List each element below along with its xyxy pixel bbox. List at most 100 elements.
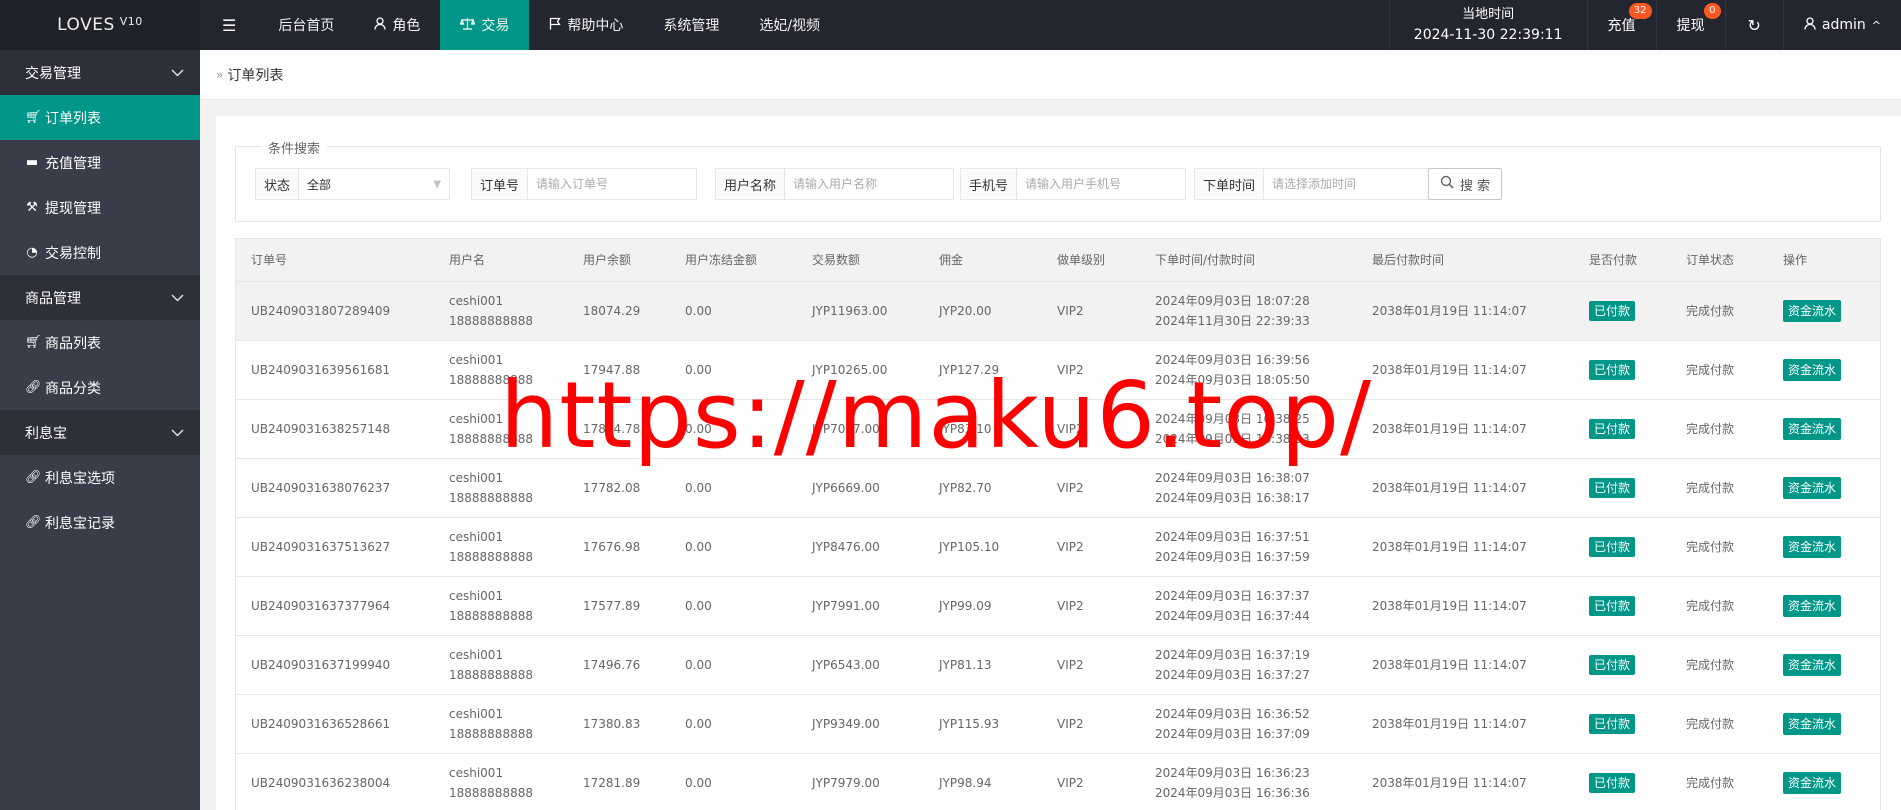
fund-flow-button[interactable]: 资金流水 (1783, 713, 1842, 735)
nav-item-trade[interactable]: 交易 (440, 0, 530, 50)
local-time: 当地时间 2024-11-30 22:39:11 (1388, 0, 1587, 50)
column-header: 最后付款时间 (1372, 253, 1445, 267)
order-time: 2024年09月03日 16:37:19 (1155, 648, 1310, 662)
sidebar-item-withdraw[interactable]: ⚒ 提现管理 (0, 185, 200, 230)
order-time: 2024年09月03日 16:36:23 (1155, 766, 1310, 780)
table-row: UB2409031637513627 ceshi001 18888888888 176… (235, 518, 1881, 577)
order-time: 2024年09月03日 16:39:56 (1155, 353, 1310, 367)
balance: 18074.29 (583, 304, 641, 318)
user-cell: ceshi001 18888888888 (434, 291, 568, 331)
balance: 17496.76 (583, 658, 641, 672)
username: ceshi001 (449, 589, 504, 603)
order-number: UB2409031637377964 (251, 599, 391, 613)
fund-flow-button[interactable]: 资金流水 (1783, 359, 1842, 381)
time-input[interactable] (1264, 169, 1433, 199)
sidebar-item-order-list[interactable]: 🛒︎ 订单列表 (0, 95, 200, 140)
sidebar-item-label: 提现管理 (45, 200, 101, 217)
time-filter: 下单时间 (1194, 168, 1434, 200)
level: VIP2 (1057, 540, 1084, 554)
column-header: 交易数额 (812, 253, 861, 267)
fund-flow-button[interactable]: 资金流水 (1783, 595, 1842, 617)
username: admin (1821, 17, 1866, 33)
frozen-amount: 0.00 (685, 717, 712, 731)
scale-icon (459, 17, 476, 34)
action-cell: 资金流水 (1768, 418, 1878, 440)
last-pay-time: 2038年01月19日 11:14:07 (1372, 481, 1527, 495)
commission: JYP83.10 (939, 422, 992, 436)
sidebar-group-interest[interactable]: 利息宝 (0, 410, 200, 455)
order-times: 2024年09月03日 16:38:25 2024年09月03日 16:38:33 (1140, 409, 1357, 449)
sidebar-group-label: 利息宝 (25, 425, 67, 442)
recharge-label: 充值 (1607, 18, 1636, 34)
order-times: 2024年09月03日 16:38:07 2024年09月03日 16:38:17 (1140, 468, 1357, 508)
nav-item-home[interactable]: 后台首页 (258, 0, 354, 50)
level: VIP2 (1057, 363, 1084, 377)
user-cell: ceshi001 18888888888 (434, 704, 568, 744)
fund-flow-button[interactable]: 资金流水 (1783, 772, 1842, 794)
sidebar-item-goods-category[interactable]: 🔗︎ 商品分类 (0, 365, 200, 410)
user-menu[interactable]: admin ^ (1782, 0, 1901, 50)
column-header: 用户冻结金额 (685, 253, 758, 267)
refresh-button[interactable]: ↻ (1724, 0, 1783, 50)
sidebar-item-recharge[interactable]: ▬ 充值管理 (0, 140, 200, 185)
breadcrumb-item[interactable]: 订单列表 (227, 65, 283, 85)
username-input[interactable] (785, 169, 954, 199)
paid-cell: 已付款 (1574, 596, 1671, 616)
search-button[interactable]: 搜 索 (1428, 168, 1502, 200)
order-time: 2024年09月03日 16:36:52 (1155, 707, 1310, 721)
sidebar-item-interest-options[interactable]: 🔗︎ 利息宝选项 (0, 455, 200, 500)
order-number: UB2409031636528661 (251, 717, 391, 731)
fund-flow-button[interactable]: 资金流水 (1783, 654, 1842, 676)
fund-flow-button[interactable]: 资金流水 (1783, 418, 1842, 440)
nav-item-help[interactable]: 帮助中心 (529, 0, 643, 50)
sidebar-item-label: 订单列表 (45, 110, 101, 127)
paid-badge: 已付款 (1589, 360, 1636, 380)
order-label: 订单号 (472, 169, 529, 199)
level: VIP2 (1057, 304, 1084, 318)
sidebar-group-label: 交易管理 (25, 65, 81, 82)
column-header: 订单号 (251, 253, 288, 267)
column-header: 用户名 (449, 253, 486, 267)
username: ceshi001 (449, 648, 504, 662)
trade-amount: JYP10265.00 (812, 363, 888, 377)
paid-cell: 已付款 (1574, 537, 1671, 557)
nav-item-video[interactable]: 选妃/视频 (739, 0, 840, 50)
status-select[interactable]: 全部 ▼ (299, 169, 449, 199)
sidebar-group-goods[interactable]: 商品管理 (0, 275, 200, 320)
withdraw-badge: 0 (1704, 3, 1721, 19)
double-chevron-right-icon: » (216, 67, 224, 82)
table-row: UB2409031638257148 ceshi001 18888888888 178… (235, 400, 1881, 459)
trade-amount: JYP7979.00 (812, 776, 880, 790)
order-status: 完成付款 (1686, 717, 1735, 731)
action-cell: 资金流水 (1768, 595, 1878, 617)
fund-flow-button[interactable]: 资金流水 (1783, 300, 1842, 322)
top-nav: ☰ 后台首页 角色 交易 帮助中心 系统管理 选妃/视频 (200, 0, 840, 50)
user-cell: ceshi001 18888888888 (434, 645, 568, 685)
recharge-link[interactable]: 充值 32 (1586, 0, 1656, 50)
commission: JYP82.70 (939, 481, 992, 495)
menu-toggle-button[interactable]: ☰ (200, 0, 258, 50)
level: VIP2 (1057, 599, 1084, 613)
phone: 18888888888 (449, 609, 533, 623)
paid-cell: 已付款 (1574, 655, 1671, 675)
link-icon: 🔗︎ (25, 380, 42, 395)
frozen-amount: 0.00 (685, 658, 712, 672)
fund-flow-button[interactable]: 资金流水 (1783, 477, 1842, 499)
nav-item-system[interactable]: 系统管理 (643, 0, 739, 50)
user-cell: ceshi001 18888888888 (434, 468, 568, 508)
sidebar-group-trade[interactable]: 交易管理 (0, 50, 200, 95)
logo[interactable]: LOVES V10 (0, 0, 200, 50)
link-icon: 🔗︎ (25, 470, 42, 485)
sidebar-item-trade-control[interactable]: ◔ 交易控制 (0, 230, 200, 275)
sidebar-group-label: 商品管理 (25, 290, 81, 307)
fund-flow-button[interactable]: 资金流水 (1783, 536, 1842, 558)
commission: JYP127.29 (939, 363, 1000, 377)
phone-input[interactable] (1017, 169, 1186, 199)
local-time-label: 当地时间 (1462, 7, 1515, 22)
logo-version: V10 (119, 14, 143, 28)
sidebar-item-goods-list[interactable]: 🛒︎ 商品列表 (0, 320, 200, 365)
nav-item-role[interactable]: 角色 (354, 0, 440, 50)
withdraw-link[interactable]: 提现 0 (1655, 0, 1725, 50)
sidebar-item-interest-records[interactable]: 🔗︎ 利息宝记录 (0, 500, 200, 545)
order-input[interactable] (528, 169, 697, 199)
